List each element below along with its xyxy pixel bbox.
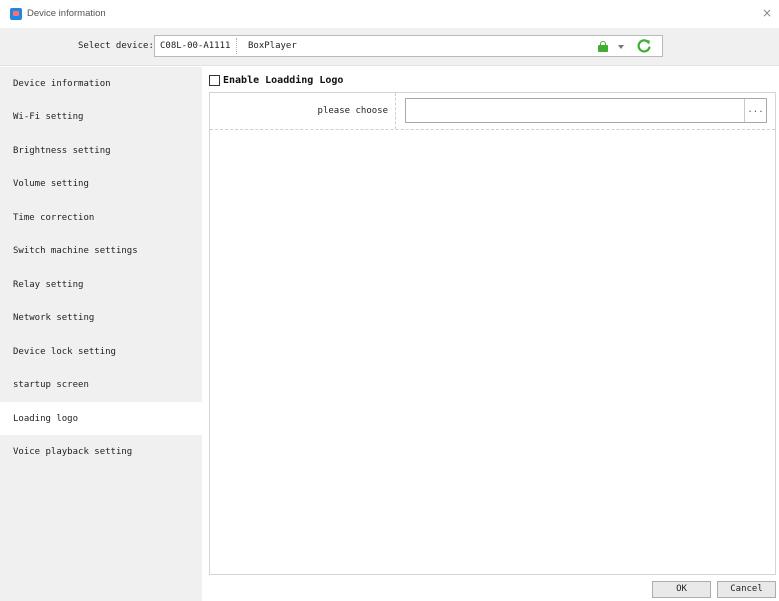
sidebar-item-label: Voice playback setting xyxy=(13,447,133,457)
sidebar-item-loading-logo[interactable]: Loading logo xyxy=(0,402,202,435)
sidebar-item-label: Time correction xyxy=(13,213,95,223)
sidebar-item-device-lock-setting[interactable]: Device lock setting xyxy=(0,335,202,368)
enable-loading-logo-label[interactable]: Enable Loadding Logo xyxy=(223,75,343,86)
ok-button[interactable]: OK xyxy=(652,581,711,598)
device-name: BoxPlayer xyxy=(248,41,297,51)
sidebar-item-label: Volume setting xyxy=(13,179,89,189)
chevron-down-icon[interactable] xyxy=(618,45,624,49)
cancel-button[interactable]: Cancel xyxy=(717,581,776,598)
sidebar-item-label: Wi-Fi setting xyxy=(13,112,84,122)
main-panel: Enable Loadding Logo please choose ... O… xyxy=(202,67,779,601)
sidebar-item-relay-setting[interactable]: Relay setting xyxy=(0,268,202,301)
sidebar-item-label: startup screen xyxy=(13,380,89,390)
sidebar-item-wifi-setting[interactable]: Wi-Fi setting xyxy=(0,100,202,133)
close-button[interactable]: × xyxy=(759,5,775,21)
window-title: Device information xyxy=(27,8,106,19)
row-divider xyxy=(395,93,396,129)
sidebar-item-label: Device information xyxy=(13,79,111,89)
sidebar-item-switch-machine-settings[interactable]: Switch machine settings xyxy=(0,234,202,267)
device-id: C08L-00-A1111 xyxy=(160,41,231,51)
sidebar-item-network-setting[interactable]: Network setting xyxy=(0,301,202,334)
logo-settings-panel: please choose ... xyxy=(209,92,776,575)
sidebar-item-label: Network setting xyxy=(13,313,95,323)
sidebar-item-startup-screen[interactable]: startup screen xyxy=(0,368,202,401)
sidebar-item-voice-playback-setting[interactable]: Voice playback setting xyxy=(0,435,202,468)
app-icon xyxy=(10,8,22,20)
select-divider xyxy=(236,38,237,54)
sidebar-item-device-information[interactable]: Device information xyxy=(0,67,202,100)
settings-sidebar: Device information Wi-Fi setting Brightn… xyxy=(0,67,202,601)
please-choose-label: please choose xyxy=(317,106,388,116)
sidebar-item-volume-setting[interactable]: Volume setting xyxy=(0,167,202,200)
sidebar-item-label: Switch machine settings xyxy=(13,246,138,256)
sidebar-item-label: Loading logo xyxy=(13,414,79,424)
sidebar-item-label: Device lock setting xyxy=(13,347,116,357)
device-select[interactable]: C08L-00-A1111 BoxPlayer xyxy=(154,35,663,57)
sidebar-item-label: Relay setting xyxy=(13,280,84,290)
sidebar-item-brightness-setting[interactable]: Brightness setting xyxy=(0,134,202,167)
choose-file-row: please choose ... xyxy=(210,93,775,130)
sidebar-item-time-correction[interactable]: Time correction xyxy=(0,201,202,234)
lock-icon xyxy=(598,41,608,52)
title-bar: Device information × xyxy=(0,0,779,28)
sidebar-item-label: Brightness setting xyxy=(13,146,111,156)
select-device-label: Select device: xyxy=(78,41,154,51)
browse-button[interactable]: ... xyxy=(744,99,766,122)
enable-loading-logo-checkbox[interactable] xyxy=(209,75,220,86)
refresh-icon[interactable] xyxy=(636,38,652,54)
logo-file-input[interactable]: ... xyxy=(405,98,767,123)
device-selector-bar: Select device: C08L-00-A1111 BoxPlayer xyxy=(0,28,779,66)
